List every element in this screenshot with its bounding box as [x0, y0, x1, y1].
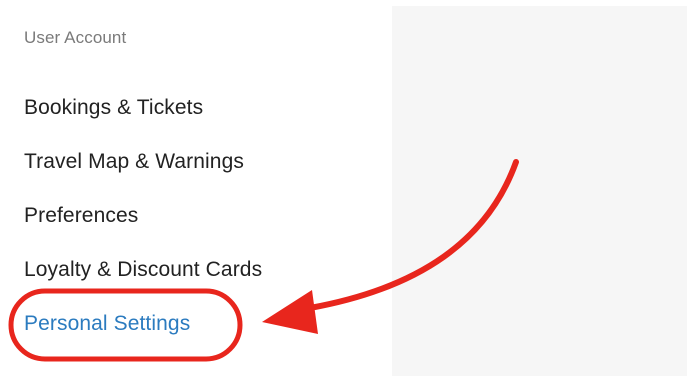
content-panel	[392, 6, 687, 376]
menu-item-personal-settings[interactable]: Personal Settings	[24, 312, 190, 336]
menu-item-bookings-tickets[interactable]: Bookings & Tickets	[24, 96, 203, 120]
section-heading: User Account	[24, 28, 127, 47]
menu-item-loyalty-discount-cards[interactable]: Loyalty & Discount Cards	[24, 258, 262, 282]
user-account-sidebar: User Account Bookings & Tickets Travel M…	[0, 0, 392, 376]
menu-item-travel-map-warnings[interactable]: Travel Map & Warnings	[24, 150, 244, 174]
menu-item-preferences[interactable]: Preferences	[24, 204, 138, 228]
